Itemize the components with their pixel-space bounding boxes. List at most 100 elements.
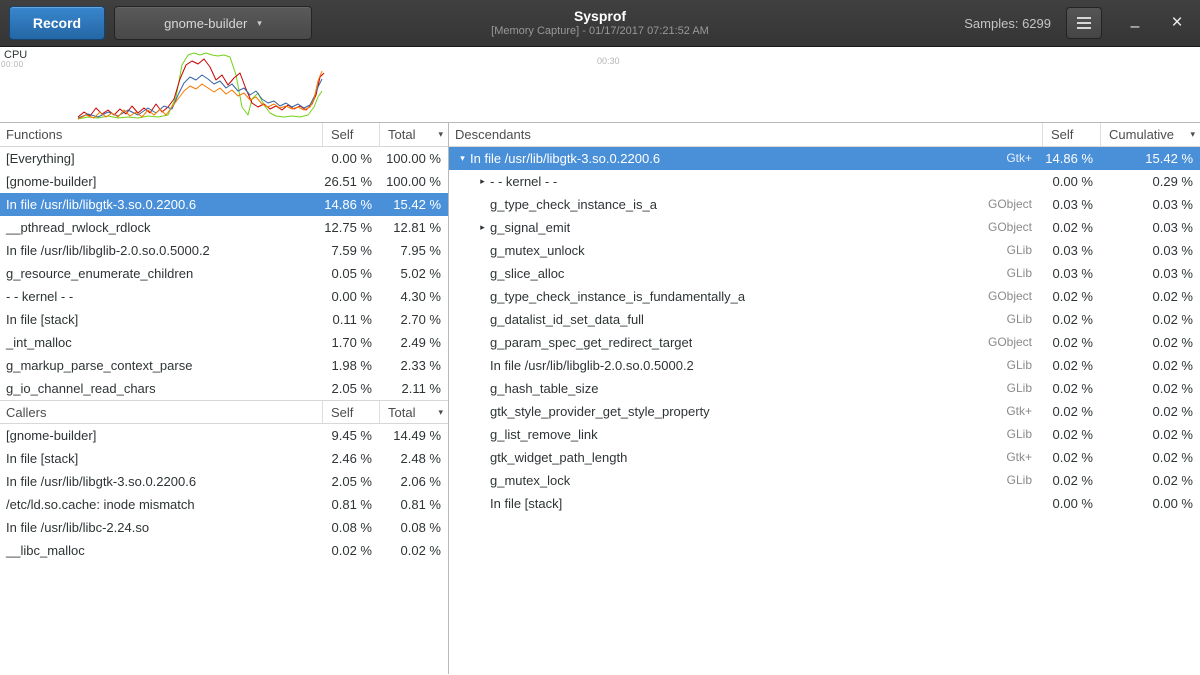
descendant-name-cell: g_datalist_id_set_data_fullGLib — [449, 308, 1042, 331]
total-percent: 2.33 % — [379, 354, 448, 377]
self-percent: 0.03 % — [1042, 239, 1100, 262]
descendant-name: g_mutex_lock — [490, 469, 570, 492]
table-row[interactable]: - - kernel - -0.00 %4.30 % — [0, 285, 448, 308]
descendants-table-header: Descendants Self Cumulative ▾ — [449, 123, 1200, 147]
column-header-functions[interactable]: Functions — [0, 123, 322, 146]
descendant-name-cell: g_param_spec_get_redirect_targetGObject — [449, 331, 1042, 354]
expander-icon[interactable]: ▸ — [475, 170, 490, 193]
sort-indicator-icon: ▾ — [438, 401, 443, 423]
table-row[interactable]: ▾In file /usr/lib/libgtk-3.so.0.2200.6Gt… — [449, 147, 1200, 170]
cumulative-percent: 0.02 % — [1100, 354, 1200, 377]
descendant-name-cell: g_hash_table_size GLib — [449, 377, 1042, 400]
table-row[interactable]: g_slice_allocGLib0.03 %0.03 % — [449, 262, 1200, 285]
descendant-name-cell: g_list_remove_linkGLib — [449, 423, 1042, 446]
table-row[interactable]: g_param_spec_get_redirect_targetGObject0… — [449, 331, 1200, 354]
expander-icon[interactable]: ▾ — [455, 147, 470, 170]
function-name: In file /usr/lib/libglib-2.0.so.0.5000.2 — [0, 239, 322, 262]
library-badge: GObject — [980, 285, 1042, 308]
table-row[interactable]: gtk_style_provider_get_style_propertyGtk… — [449, 400, 1200, 423]
table-row[interactable]: In file /usr/lib/libgtk-3.so.0.2200.614.… — [0, 193, 448, 216]
self-percent: 0.02 % — [1042, 331, 1100, 354]
expander-icon[interactable]: ▸ — [475, 216, 490, 239]
descendant-name: g_signal_emit — [490, 216, 570, 239]
table-row[interactable]: __libc_malloc0.02 %0.02 % — [0, 539, 448, 562]
cumulative-percent: 0.02 % — [1100, 377, 1200, 400]
self-percent: 0.00 % — [322, 147, 379, 170]
cumulative-percent: 0.00 % — [1100, 492, 1200, 515]
table-row[interactable]: g_list_remove_linkGLib0.02 %0.02 % — [449, 423, 1200, 446]
library-badge: GObject — [980, 331, 1042, 354]
descendant-name: In file /usr/lib/libgtk-3.so.0.2200.6 — [470, 147, 660, 170]
descendant-name: g_hash_table_size — [490, 377, 598, 400]
record-button[interactable]: Record — [9, 6, 105, 40]
total-percent: 2.49 % — [379, 331, 448, 354]
function-name: _int_malloc — [0, 331, 322, 354]
cumulative-percent: 0.03 % — [1100, 193, 1200, 216]
menu-button[interactable] — [1066, 7, 1102, 39]
cumulative-percent: 0.03 % — [1100, 216, 1200, 239]
function-name: [gnome-builder] — [0, 170, 322, 193]
column-header-cumulative[interactable]: Cumulative ▾ — [1100, 123, 1200, 146]
table-row[interactable]: [gnome-builder]26.51 %100.00 % — [0, 170, 448, 193]
headerbar: Record gnome-builder ▾ Sysprof [Memory C… — [0, 0, 1200, 47]
table-row[interactable]: __pthread_rwlock_rdlock12.75 %12.81 % — [0, 216, 448, 239]
table-row[interactable]: In file /usr/lib/libglib-2.0.so.0.5000.2… — [0, 239, 448, 262]
column-header-self[interactable]: Self — [322, 123, 379, 146]
column-header-descendants[interactable]: Descendants — [449, 123, 1042, 146]
functions-rows: [Everything]0.00 %100.00 %[gnome-builder… — [0, 147, 448, 400]
minimize-button[interactable]: – — [1118, 6, 1152, 40]
table-row[interactable]: In file [stack]0.11 %2.70 % — [0, 308, 448, 331]
target-process-dropdown[interactable]: gnome-builder ▾ — [114, 6, 312, 40]
column-header-total[interactable]: Total ▾ — [379, 123, 448, 146]
cumulative-percent: 0.03 % — [1100, 239, 1200, 262]
table-row[interactable]: /etc/ld.so.cache: inode mismatch0.81 %0.… — [0, 493, 448, 516]
descendant-name-cell: ▸- - kernel - - — [449, 170, 1042, 193]
table-row[interactable]: In file [stack]0.00 %0.00 % — [449, 492, 1200, 515]
table-row[interactable]: ▸- - kernel - -0.00 %0.29 % — [449, 170, 1200, 193]
table-row[interactable]: g_io_channel_read_chars2.05 %2.11 % — [0, 377, 448, 400]
column-header-total[interactable]: Total ▾ — [379, 401, 448, 423]
table-row[interactable]: In file /usr/lib/libc-2.24.so0.08 %0.08 … — [0, 516, 448, 539]
self-percent: 0.00 % — [322, 285, 379, 308]
self-percent: 26.51 % — [322, 170, 379, 193]
main-content: Functions Self Total ▾ [Everything]0.00 … — [0, 123, 1200, 674]
self-percent: 0.02 % — [1042, 285, 1100, 308]
chart-line-cpu-orange — [78, 71, 322, 119]
close-button[interactable]: × — [1160, 6, 1194, 40]
descendant-name-cell: In file [stack] — [449, 492, 1042, 515]
table-row[interactable]: _int_malloc1.70 %2.49 % — [0, 331, 448, 354]
table-row[interactable]: In file [stack]2.46 %2.48 % — [0, 447, 448, 470]
descendant-name-cell: gtk_widget_path_lengthGtk+ — [449, 446, 1042, 469]
self-percent: 0.02 % — [1042, 400, 1100, 423]
column-header-callers[interactable]: Callers — [0, 401, 322, 423]
chart-line-cpu-red — [78, 59, 324, 117]
page-subtitle: [Memory Capture] - 01/17/2017 07:21:52 A… — [491, 24, 709, 38]
column-header-self[interactable]: Self — [1042, 123, 1100, 146]
table-row[interactable]: g_type_check_instance_is_aGObject0.03 %0… — [449, 193, 1200, 216]
table-row[interactable]: In file /usr/lib/libgtk-3.so.0.2200.62.0… — [0, 470, 448, 493]
table-row[interactable]: g_mutex_lockGLib0.02 %0.02 % — [449, 469, 1200, 492]
table-row[interactable]: In file /usr/lib/libglib-2.0.so.0.5000.2… — [449, 354, 1200, 377]
table-row[interactable]: g_markup_parse_context_parse1.98 %2.33 % — [0, 354, 448, 377]
table-row[interactable]: [Everything]0.00 %100.00 % — [0, 147, 448, 170]
table-row[interactable]: gtk_widget_path_lengthGtk+0.02 %0.02 % — [449, 446, 1200, 469]
table-row[interactable]: [gnome-builder]9.45 %14.49 % — [0, 424, 448, 447]
library-badge: GLib — [999, 377, 1042, 400]
table-row[interactable]: g_mutex_unlockGLib0.03 %0.03 % — [449, 239, 1200, 262]
table-row[interactable]: g_resource_enumerate_children0.05 %5.02 … — [0, 262, 448, 285]
descendant-name-cell: g_mutex_lockGLib — [449, 469, 1042, 492]
descendants-panel: Descendants Self Cumulative ▾ ▾In file /… — [449, 123, 1200, 674]
descendant-name: g_list_remove_link — [490, 423, 598, 446]
total-percent: 14.49 % — [379, 424, 448, 447]
table-row[interactable]: g_hash_table_sizeGLib0.02 %0.02 % — [449, 377, 1200, 400]
column-header-self[interactable]: Self — [322, 401, 379, 423]
column-header-total-label: Total — [388, 401, 415, 423]
table-row[interactable]: g_datalist_id_set_data_fullGLib0.02 %0.0… — [449, 308, 1200, 331]
table-row[interactable]: ▸g_signal_emitGObject0.02 %0.03 % — [449, 216, 1200, 239]
cpu-graph-panel[interactable]: CPU 00:00 00:30 — [0, 47, 1200, 123]
table-row[interactable]: g_type_check_instance_is_fundamentally_a… — [449, 285, 1200, 308]
cumulative-percent: 0.02 % — [1100, 308, 1200, 331]
self-percent: 0.08 % — [322, 516, 379, 539]
self-percent: 0.02 % — [1042, 354, 1100, 377]
descendant-name: In file /usr/lib/libglib-2.0.so.0.5000.2 — [490, 354, 694, 377]
